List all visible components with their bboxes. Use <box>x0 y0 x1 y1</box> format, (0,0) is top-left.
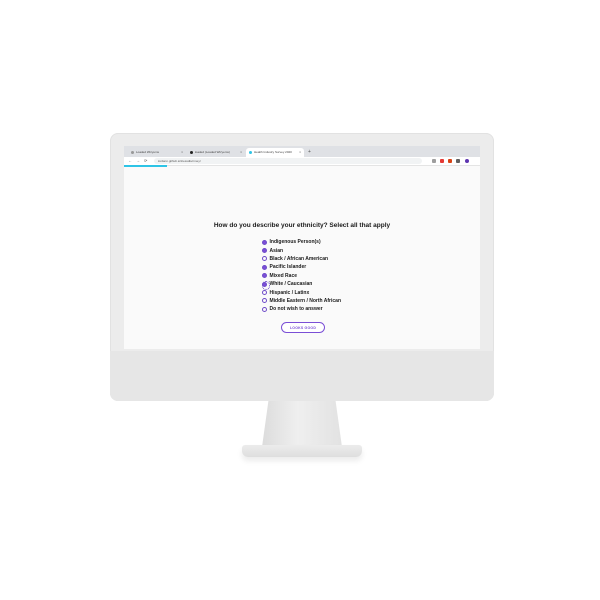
checked-radio-icon[interactable] <box>262 239 267 245</box>
unchecked-radio-icon[interactable] <box>262 256 267 262</box>
option-label: Mixed Race <box>269 272 298 279</box>
tab-label: loaded (Loaded Wizyems) <box>195 150 230 154</box>
unchecked-radio-icon[interactable] <box>262 290 267 296</box>
reload-icon[interactable]: ⟳ <box>144 157 147 165</box>
option-label: Hispanic / Latinx <box>269 289 310 296</box>
profile-avatar[interactable] <box>465 159 469 163</box>
ethnicity-option[interactable]: Indigenous Person(s) <box>262 238 341 246</box>
extension-icon[interactable] <box>448 159 452 163</box>
forward-icon[interactable]: → <box>136 157 140 165</box>
option-label: Black / African American <box>269 255 329 262</box>
checked-radio-icon[interactable] <box>261 281 270 290</box>
unchecked-radio-icon[interactable] <box>262 306 267 312</box>
checked-radio-icon[interactable] <box>262 273 267 279</box>
ethnicity-option[interactable]: Pacific Islander <box>262 263 341 271</box>
option-label: Do not wish to answer <box>269 306 323 313</box>
ethnicity-option[interactable]: White / Caucasian <box>261 280 341 290</box>
checked-radio-icon[interactable] <box>262 264 267 270</box>
tab-label: Loaded Wizyems <box>136 150 160 154</box>
ethnicity-option[interactable]: Asian <box>262 246 341 254</box>
browser-tab-3-active[interactable]: Health Industry Survey 2020 × <box>246 148 304 157</box>
looks-good-button[interactable]: LOOKS GOOD <box>281 322 325 333</box>
url-text: lordann.github.io/lcessdiscrmey/ <box>158 159 201 163</box>
tab-close-icon[interactable]: × <box>299 148 301 157</box>
ethnicity-option[interactable]: Hispanic / Latinx <box>262 288 341 296</box>
address-bar[interactable]: lordann.github.io/lcessdiscrmey/ <box>154 158 422 164</box>
monitor-chin <box>110 351 494 401</box>
back-icon[interactable]: ← <box>128 157 132 165</box>
favicon-icon <box>131 150 134 154</box>
browser-tab-bar: Loaded Wizyems × loaded (Loaded Wizyems)… <box>124 146 480 157</box>
scene: Loaded Wizyems × loaded (Loaded Wizyems)… <box>0 0 600 600</box>
ethnicity-option[interactable]: Middle Eastern / North African <box>262 297 341 305</box>
ethnicity-options-list: Indigenous Person(s) Asian Black / African… <box>261 238 341 314</box>
option-label: Asian <box>269 247 284 254</box>
option-label: White / Caucasian <box>269 281 313 288</box>
monitor: Loaded Wizyems × loaded (Loaded Wizyems)… <box>110 133 494 401</box>
option-label: Indigenous Person(s) <box>269 239 321 246</box>
question-heading: How do you describe your ethnicity? Sele… <box>213 222 391 229</box>
screen: Loaded Wizyems × loaded (Loaded Wizyems)… <box>124 146 480 349</box>
tab-label: Health Industry Survey 2020 <box>254 150 292 154</box>
browser-tab-1[interactable]: Loaded Wizyems × <box>128 148 186 157</box>
browser-toolbar: ← → ⟳ lordann.github.io/lcessdiscrmey/ <box>124 157 480 166</box>
monitor-stand-base <box>242 445 362 457</box>
new-tab-button[interactable]: + <box>308 148 311 157</box>
browser-tab-2[interactable]: loaded (Loaded Wizyems) × <box>187 148 245 157</box>
ethnicity-option[interactable]: Do not wish to answer <box>262 305 341 313</box>
favicon-icon <box>249 150 252 154</box>
option-label: Middle Eastern / North African <box>269 297 342 304</box>
checked-radio-icon[interactable] <box>262 248 267 254</box>
tab-close-icon[interactable]: × <box>240 148 242 157</box>
survey-page: How do you describe your ethnicity? Sele… <box>124 167 480 349</box>
tab-close-icon[interactable]: × <box>181 148 183 157</box>
github-icon <box>190 150 193 154</box>
ethnicity-option[interactable]: Black / African American <box>262 255 341 263</box>
ethnicity-option[interactable]: Mixed Race <box>262 272 341 280</box>
extension-icon[interactable] <box>432 159 436 163</box>
unchecked-radio-icon[interactable] <box>262 298 267 304</box>
option-label: Pacific Islander <box>269 264 307 271</box>
monitor-stand-neck <box>262 401 342 447</box>
extension-icon[interactable] <box>456 159 460 163</box>
extension-icon[interactable] <box>440 159 444 163</box>
